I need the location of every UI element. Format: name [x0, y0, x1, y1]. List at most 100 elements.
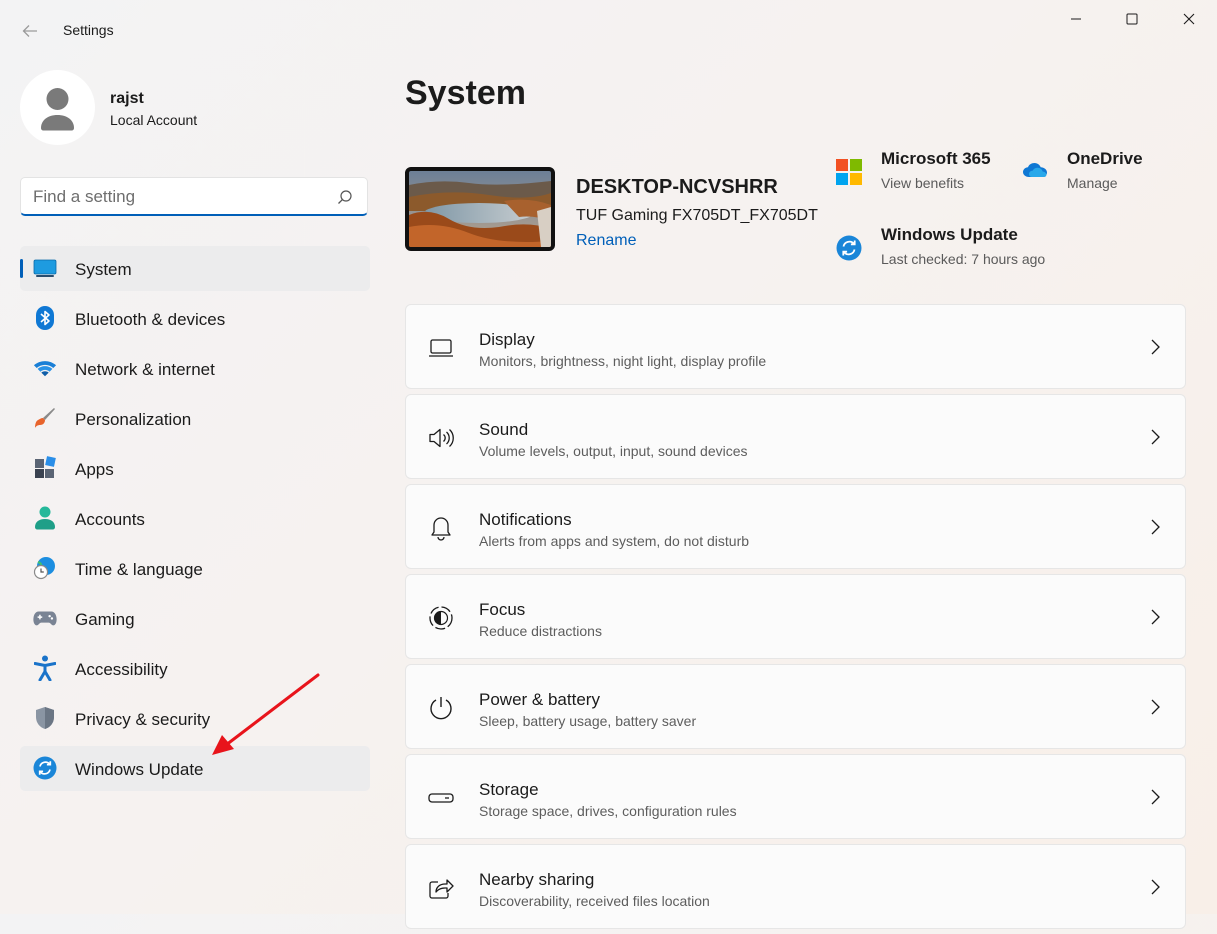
device-model: TUF Gaming FX705DT_FX705DT — [576, 207, 818, 224]
sidebar-item-label: Bluetooth & devices — [75, 310, 226, 329]
settings-card-nearby-sharing[interactable]: Nearby sharing Discoverability, received… — [405, 844, 1186, 929]
card-title: Focus — [479, 600, 526, 619]
sidebar-item-bluetooth[interactable]: Bluetooth & devices — [20, 296, 370, 341]
sidebar-item-privacy-security[interactable]: Privacy & security — [20, 696, 370, 741]
user-name: rajst — [110, 90, 144, 107]
card-title: Nearby sharing — [479, 870, 595, 889]
display-icon — [428, 335, 454, 361]
minimize-icon — [1070, 18, 1081, 20]
quick-link-title: Microsoft 365 — [881, 149, 991, 168]
brush-icon — [33, 406, 57, 430]
maximize-icon — [1126, 13, 1137, 25]
chevron-right-icon — [1151, 699, 1160, 715]
quick-link-subtitle: Manage — [1067, 175, 1118, 191]
card-title: Storage — [479, 780, 539, 799]
page-title: System — [405, 74, 526, 112]
sidebar-item-label: Accessibility — [75, 660, 168, 679]
sidebar-nav: System Bluetooth & devices Network & int… — [20, 246, 370, 796]
sidebar-item-time-language[interactable]: Time & language — [20, 546, 370, 591]
focus-icon — [428, 605, 454, 631]
power-icon — [428, 695, 454, 721]
speaker-icon — [428, 425, 454, 451]
sidebar-item-network[interactable]: Network & internet — [20, 346, 370, 391]
settings-card-storage[interactable]: Storage Storage space, drives, configura… — [405, 754, 1186, 839]
quick-link-title: OneDrive — [1067, 149, 1143, 168]
sidebar-item-windows-update[interactable]: Windows Update — [20, 746, 370, 791]
onedrive-cloud-icon — [1023, 163, 1047, 177]
quick-link-subtitle: Last checked: 7 hours ago — [881, 251, 1046, 267]
card-subtitle: Monitors, brightness, night light, displ… — [479, 353, 767, 369]
landscape-wallpaper-image — [409, 171, 551, 247]
sidebar-item-label: Windows Update — [75, 760, 204, 779]
sidebar-item-apps[interactable]: Apps — [20, 446, 370, 491]
card-subtitle: Reduce distractions — [479, 623, 602, 639]
globe-clock-icon — [33, 556, 57, 580]
search-box — [20, 177, 368, 216]
settings-card-notifications[interactable]: Notifications Alerts from apps and syste… — [405, 484, 1186, 569]
card-subtitle: Sleep, battery usage, battery saver — [479, 713, 697, 729]
sidebar-item-system[interactable]: System — [20, 246, 370, 291]
settings-list: Display Monitors, brightness, night ligh… — [405, 304, 1186, 934]
bell-icon — [428, 515, 454, 541]
device-wallpaper-thumbnail — [405, 167, 555, 251]
sidebar-item-label: Gaming — [75, 610, 135, 629]
sidebar-item-accessibility[interactable]: Accessibility — [20, 646, 370, 691]
apps-icon — [33, 456, 57, 480]
card-subtitle: Storage space, drives, configuration rul… — [479, 803, 737, 819]
search-input[interactable] — [33, 186, 323, 208]
sidebar-item-label: Time & language — [75, 560, 203, 579]
settings-card-display[interactable]: Display Monitors, brightness, night ligh… — [405, 304, 1186, 389]
wifi-icon — [33, 356, 57, 380]
maximize-button[interactable] — [1103, 0, 1160, 38]
quick-link-subtitle: View benefits — [881, 175, 965, 191]
sidebar-item-personalization[interactable]: Personalization — [20, 396, 370, 441]
microsoft-logo-icon — [836, 159, 862, 185]
settings-card-focus[interactable]: Focus Reduce distractions — [405, 574, 1186, 659]
account-type: Local Account — [110, 112, 198, 128]
bluetooth-icon — [33, 306, 57, 330]
close-button[interactable] — [1160, 0, 1217, 38]
sidebar-item-label: System — [75, 260, 132, 279]
windows-update-icon — [836, 235, 862, 261]
minimize-button[interactable] — [1047, 0, 1104, 38]
card-subtitle: Volume levels, output, input, sound devi… — [479, 443, 748, 459]
chevron-right-icon — [1151, 789, 1160, 805]
chevron-right-icon — [1151, 429, 1160, 445]
chevron-right-icon — [1151, 519, 1160, 535]
sidebar-item-label: Network & internet — [75, 360, 215, 379]
back-button[interactable] — [14, 16, 46, 46]
storage-drive-icon — [428, 785, 454, 811]
app-title: Settings — [63, 22, 114, 38]
settings-card-power-battery[interactable]: Power & battery Sleep, battery usage, ba… — [405, 664, 1186, 749]
gamepad-icon — [33, 606, 57, 630]
back-arrow-icon — [22, 25, 37, 37]
card-subtitle: Alerts from apps and system, do not dist… — [479, 533, 750, 549]
share-icon — [428, 875, 454, 901]
windows-update-icon — [33, 756, 57, 780]
shield-icon — [33, 706, 57, 730]
accessibility-icon — [33, 655, 57, 681]
card-subtitle: Discoverability, received files location — [479, 893, 710, 909]
sidebar-item-accounts[interactable]: Accounts — [20, 496, 370, 541]
quick-link-title: Windows Update — [881, 225, 1018, 244]
sidebar-item-label: Personalization — [75, 410, 192, 429]
sidebar-item-label: Accounts — [75, 510, 145, 529]
close-icon — [1183, 13, 1194, 25]
settings-card-sound[interactable]: Sound Volume levels, output, input, soun… — [405, 394, 1186, 479]
system-icon — [33, 256, 57, 280]
accounts-icon — [33, 506, 57, 530]
search-icon[interactable] — [337, 189, 353, 205]
title-bar: Settings — [0, 0, 1217, 60]
card-title: Sound — [479, 420, 529, 439]
sidebar-item-gaming[interactable]: Gaming — [20, 596, 370, 641]
user-avatar-icon — [41, 88, 74, 131]
chevron-right-icon — [1151, 609, 1160, 625]
sidebar-item-label: Apps — [75, 460, 114, 479]
card-title: Display — [479, 330, 535, 349]
chevron-right-icon — [1151, 879, 1160, 895]
card-title: Notifications — [479, 510, 572, 529]
rename-link[interactable]: Rename — [576, 232, 636, 250]
avatar[interactable] — [20, 70, 95, 145]
card-title: Power & battery — [479, 690, 600, 709]
device-name: DESKTOP-NCVSHRR — [576, 176, 778, 198]
